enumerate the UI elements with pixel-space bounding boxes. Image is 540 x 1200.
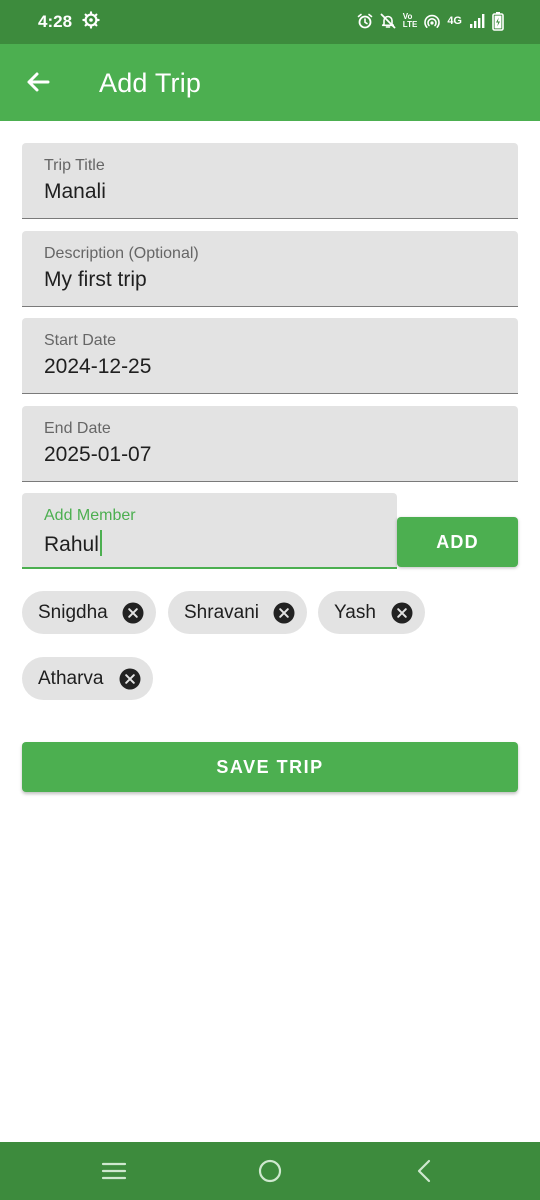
close-icon[interactable] [122,602,144,624]
add-member-field[interactable]: Add Member Rahul [22,493,397,569]
text-cursor [99,530,102,556]
member-chip: Shravani [168,591,307,634]
add-member-text: Rahul [44,533,99,556]
description-label: Description (Optional) [44,245,199,262]
close-icon[interactable] [391,602,413,624]
add-member-label: Add Member [44,507,136,524]
volte-indicator: Vo LTE [403,13,418,29]
notifications-off-icon [380,13,396,29]
back-chevron-icon[interactable] [412,1158,438,1184]
status-icons: Vo LTE 4G [357,11,504,31]
save-trip-button[interactable]: SAVE TRIP [22,742,518,792]
member-chip: Atharva [22,657,153,700]
end-date-value: 2025-01-07 [44,443,152,466]
description-field[interactable]: Description (Optional) My first trip [22,231,518,307]
app-bar: Add Trip [0,44,540,121]
trip-title-field[interactable]: Trip Title Manali [22,143,518,219]
member-chip-label: Yash [334,601,376,623]
add-member-value: Rahul [44,530,102,557]
start-date-value: 2024-12-25 [44,355,152,378]
member-chip-label: Shravani [184,601,259,623]
close-icon[interactable] [119,668,141,690]
member-chip-label: Snigdha [38,601,108,623]
network-type: 4G [447,14,462,27]
description-value: My first trip [44,268,147,291]
alarm-icon [357,13,373,29]
settings-gear-icon [82,11,100,29]
end-date-label: End Date [44,420,111,437]
home-circle-icon[interactable] [257,1158,283,1184]
hotspot-icon [424,14,441,28]
trip-title-label: Trip Title [44,157,105,174]
signal-icon [470,14,485,28]
start-date-field[interactable]: Start Date 2024-12-25 [22,318,518,394]
battery-charging-icon [492,12,504,31]
status-time: 4:28 [38,12,73,31]
system-nav-bar [0,1142,540,1200]
volte-bottom: LTE [402,20,418,29]
page-title: Add Trip [99,68,202,98]
start-date-label: Start Date [44,332,117,349]
trip-title-value: Manali [44,180,106,203]
recents-menu-icon[interactable] [101,1158,127,1184]
close-icon[interactable] [273,602,295,624]
add-member-button[interactable]: ADD [397,517,518,567]
member-chip-label: Atharva [38,667,104,689]
arrow-back-icon[interactable] [22,66,54,98]
status-bar: 4:28 Vo LTE 4G [0,0,540,44]
member-chip: Snigdha [22,591,156,634]
member-chip: Yash [318,591,425,634]
end-date-field[interactable]: End Date 2025-01-07 [22,406,518,482]
